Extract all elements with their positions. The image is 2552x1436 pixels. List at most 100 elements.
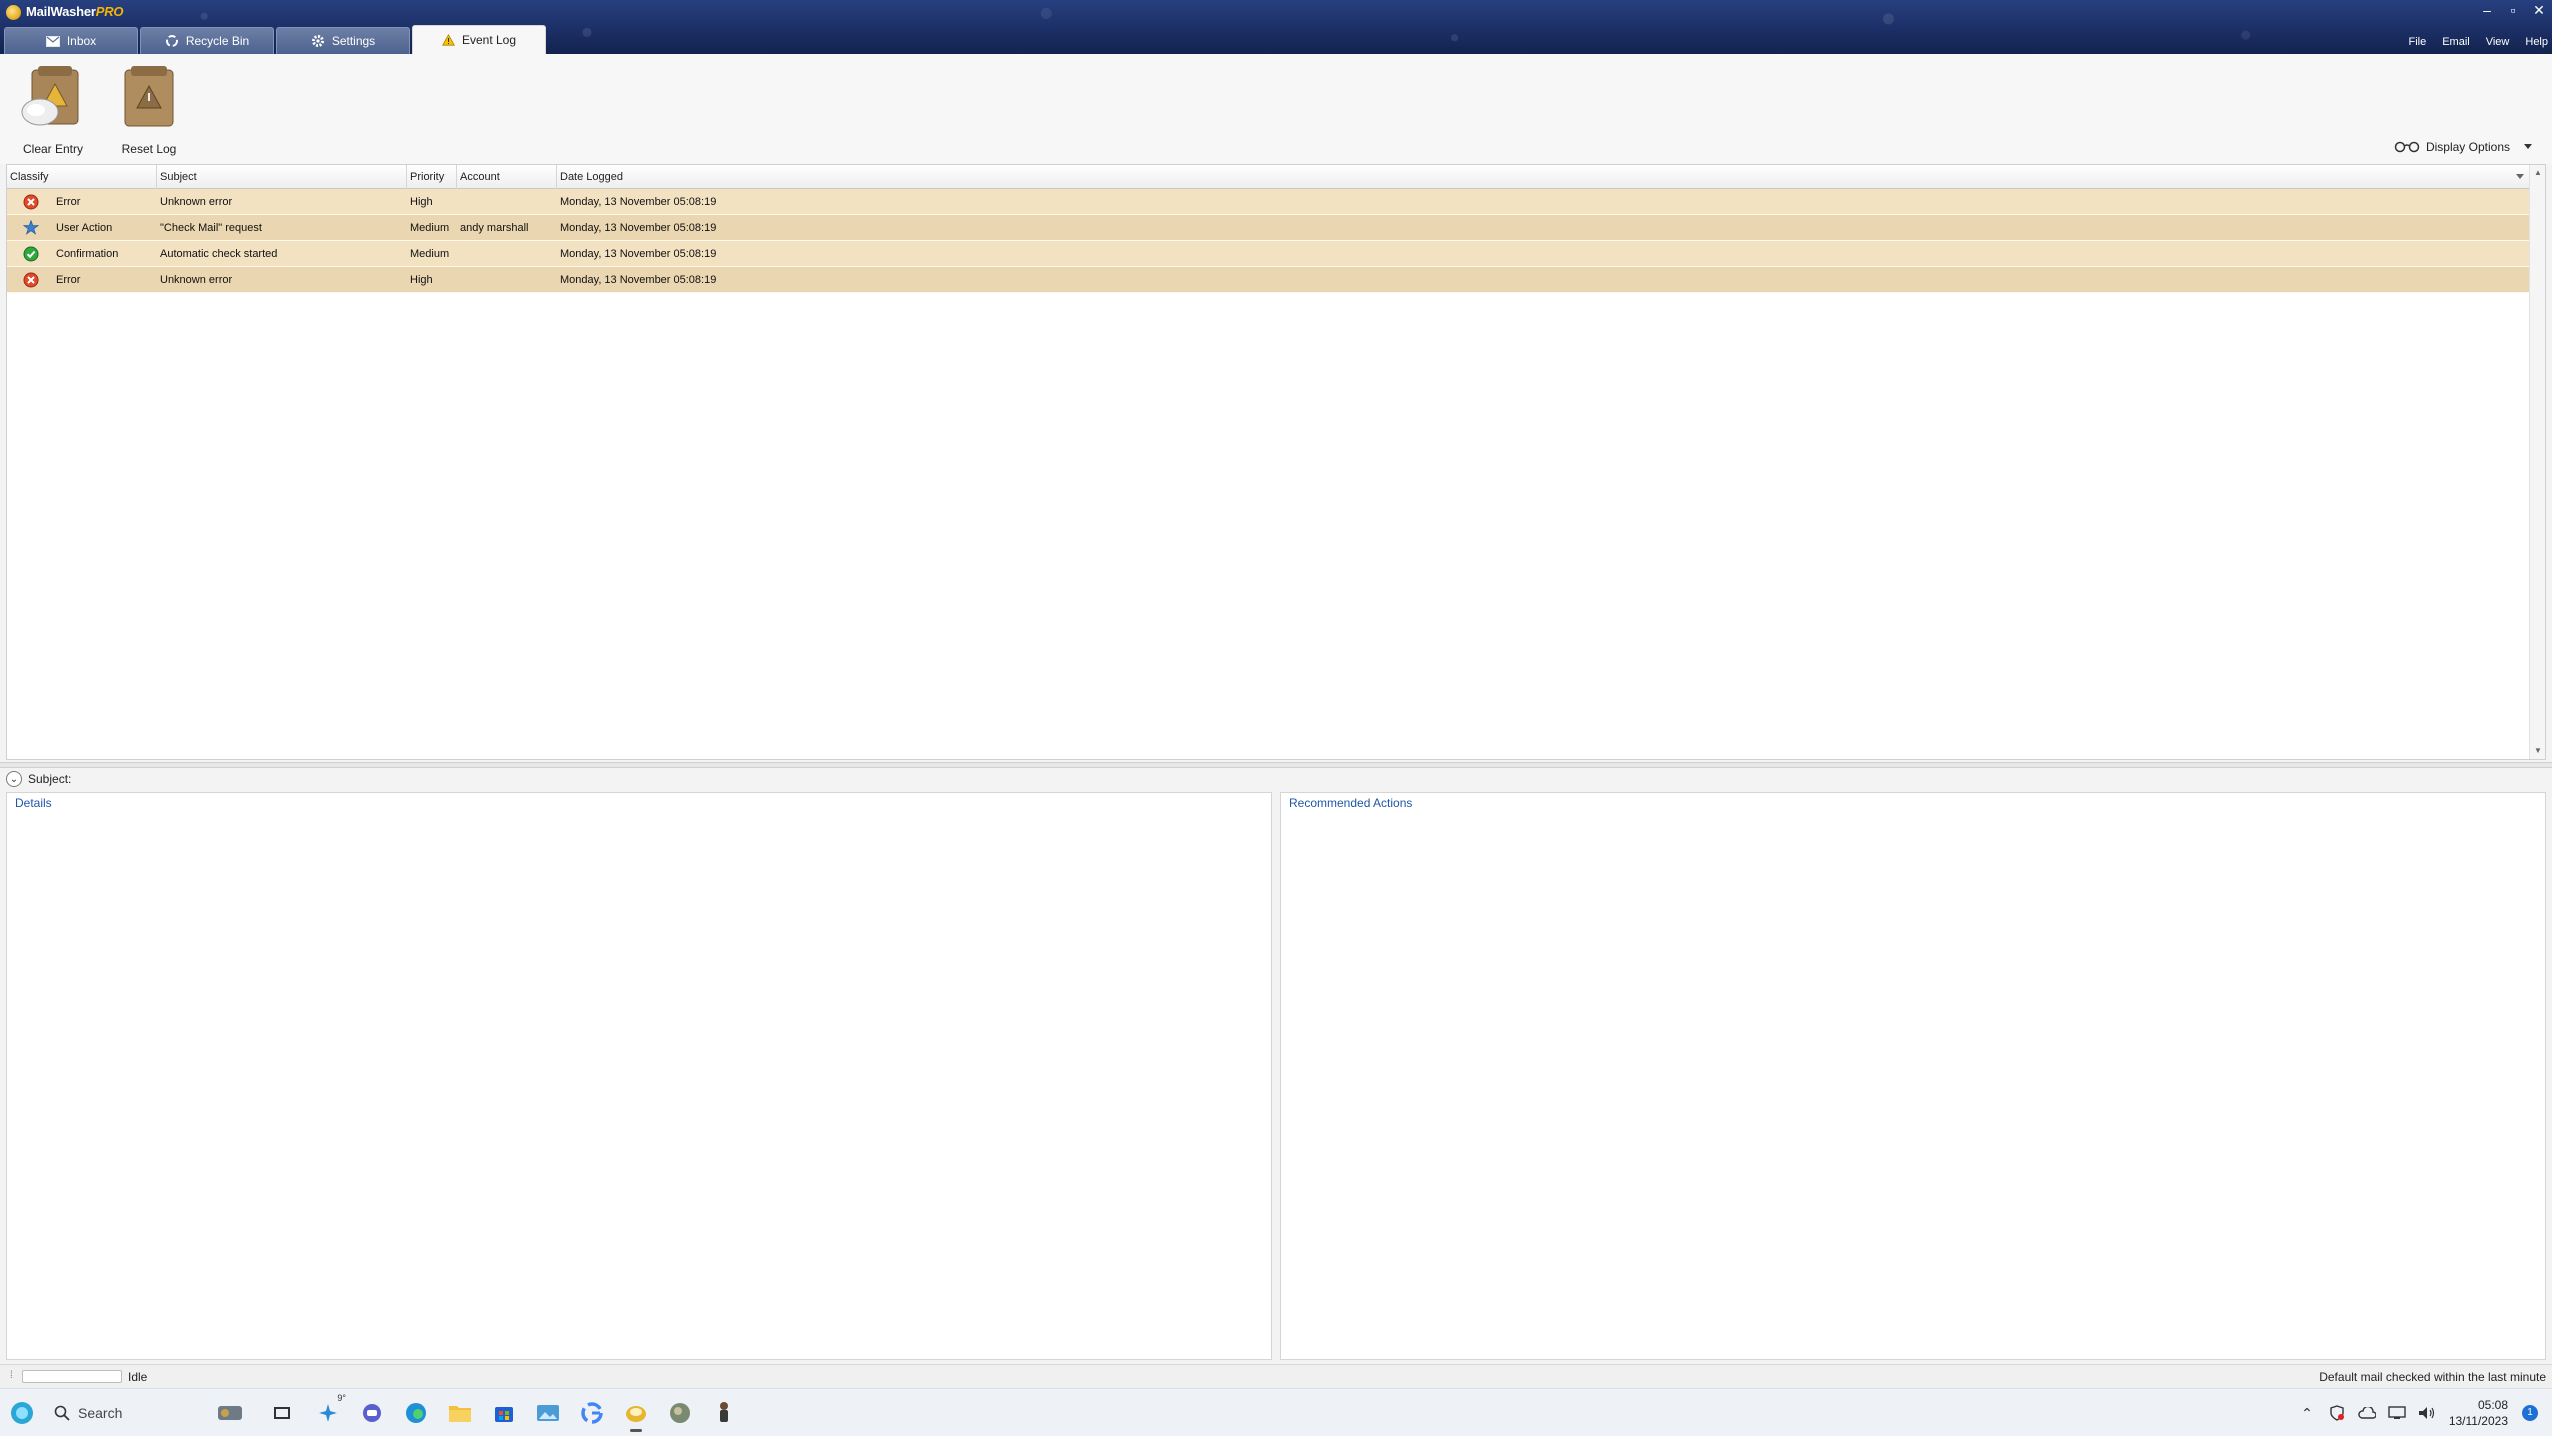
store-button[interactable] <box>488 1397 520 1429</box>
network-icon[interactable] <box>2382 1389 2412 1436</box>
clock-date: 13/11/2023 <box>2448 1414 2508 1428</box>
chevron-up-icon[interactable]: ⌃ <box>2292 1389 2322 1436</box>
recommended-actions-title: Recommended Actions <box>1289 796 1413 810</box>
reset-log-button[interactable]: Reset Log <box>104 64 194 160</box>
tab-inbox[interactable]: Inbox <box>4 27 138 54</box>
photos-icon <box>537 1405 559 1421</box>
status-bar: ⁞ Idle Default mail checked within the l… <box>0 1364 2552 1388</box>
weather-temp: 9° <box>337 1393 346 1403</box>
cell-priority: Medium <box>410 248 450 260</box>
mailwasher-icon <box>626 1406 646 1422</box>
cell-date-logged: Monday, 13 November 05:08:19 <box>560 196 717 208</box>
column-header-date-logged[interactable]: Date Logged <box>557 165 2531 189</box>
menu-email[interactable]: Email <box>2442 36 2470 48</box>
app-button-2[interactable] <box>708 1397 740 1429</box>
start-icon <box>11 1402 33 1424</box>
table-scrollbar[interactable]: ▲ ▼ <box>2529 165 2545 759</box>
file-explorer-button[interactable] <box>444 1397 476 1429</box>
scroll-down-icon[interactable]: ▼ <box>2534 747 2542 755</box>
status-message: Default mail checked within the last min… <box>2319 1370 2546 1384</box>
security-icon[interactable] <box>2322 1389 2352 1436</box>
status-grip-icon: ⁞ <box>10 1370 13 1381</box>
table-row[interactable]: Confirmation Automatic check started Med… <box>7 241 2531 267</box>
table-row[interactable]: Error Unknown error High Monday, 13 Nove… <box>7 267 2531 293</box>
confirmation-icon <box>23 246 39 262</box>
table-body: Error Unknown error High Monday, 13 Nove… <box>7 189 2531 293</box>
reset-log-icon <box>124 66 174 127</box>
glasses-icon <box>2394 141 2420 153</box>
main-tabs: Inbox Recycle Bin Settings Event Log <box>0 25 548 54</box>
cell-date-logged: Monday, 13 November 05:08:19 <box>560 222 717 234</box>
toolbar: Clear Entry Reset Log Display Options <box>0 54 2552 164</box>
weather-button[interactable]: 9° <box>312 1393 346 1429</box>
tab-settings[interactable]: Settings <box>276 27 410 54</box>
cell-priority: High <box>410 196 433 208</box>
progress-bar <box>22 1370 122 1383</box>
cell-classify: Confirmation <box>56 248 119 260</box>
minimize-button[interactable]: – <box>2474 0 2500 20</box>
chevron-down-icon <box>2524 144 2532 149</box>
chat-button[interactable] <box>356 1397 388 1429</box>
warning-icon <box>441 34 455 46</box>
subject-label: Subject: <box>28 772 72 786</box>
chrome-button[interactable] <box>576 1397 608 1429</box>
column-header-priority[interactable]: Priority <box>407 165 457 189</box>
task-view-button[interactable] <box>266 1397 298 1429</box>
cell-priority: Medium <box>410 222 450 234</box>
collapse-detail-button[interactable]: ⌄ <box>6 771 22 787</box>
cell-classify: Error <box>56 274 81 286</box>
store-icon <box>495 1407 513 1422</box>
column-chooser-icon[interactable] <box>2515 171 2525 181</box>
tab-event-log[interactable]: Event Log <box>412 25 546 54</box>
app-button[interactable] <box>664 1397 696 1429</box>
cloud-icon <box>2358 1407 2376 1419</box>
edge-icon <box>406 1403 426 1423</box>
cell-subject: Automatic check started <box>160 248 278 260</box>
start-button[interactable] <box>6 1397 38 1429</box>
title-bar: MailWasherPRO – ▫ ✕ Inbox Recycle Bin Se… <box>0 0 2552 54</box>
tab-recycle-bin[interactable]: Recycle Bin <box>140 27 274 54</box>
photos-button[interactable] <box>532 1397 564 1429</box>
onedrive-icon[interactable] <box>2352 1389 2382 1436</box>
display-options-button[interactable]: Display Options <box>2394 140 2532 154</box>
cell-subject: Unknown error <box>160 274 233 286</box>
edge-button[interactable] <box>400 1397 432 1429</box>
menu-help[interactable]: Help <box>2525 36 2548 48</box>
detail-header: ⌄ Subject: <box>6 768 2546 790</box>
notification-badge[interactable]: 1 <box>2522 1405 2538 1421</box>
cell-account <box>457 189 557 215</box>
cell-account: andy marshall <box>460 222 529 234</box>
menu-file[interactable]: File <box>2408 36 2426 48</box>
table-row[interactable]: Error Unknown error High Monday, 13 Nove… <box>7 189 2531 215</box>
column-header-subject[interactable]: Subject <box>157 165 407 189</box>
column-header-account[interactable]: Account <box>457 165 557 189</box>
mail-icon <box>45 35 60 47</box>
clear-entry-label: Clear Entry <box>22 142 84 156</box>
recycle-icon <box>165 35 178 47</box>
search-icon <box>54 1405 70 1421</box>
cell-account <box>457 241 557 267</box>
display-options-label: Display Options <box>2425 140 2510 154</box>
column-header-classify[interactable]: Classify <box>7 165 157 189</box>
cell-classify: User Action <box>56 222 113 234</box>
restore-button[interactable]: ▫ <box>2500 0 2526 20</box>
table-row[interactable]: User Action "Check Mail" request Medium … <box>7 215 2531 241</box>
widgets-button[interactable] <box>214 1397 246 1429</box>
scroll-up-icon[interactable]: ▲ <box>2534 169 2542 177</box>
window-controls: – ▫ ✕ <box>2474 0 2552 20</box>
reset-log-label: Reset Log <box>121 142 177 156</box>
monitor-icon <box>2388 1406 2406 1419</box>
mailwasher-logo-icon <box>6 5 21 20</box>
mailwasher-taskbar-button[interactable] <box>620 1397 652 1432</box>
close-button[interactable]: ✕ <box>2526 0 2552 20</box>
cell-date-logged: Monday, 13 November 05:08:19 <box>560 274 717 286</box>
system-tray: ⌃ 05:08 13/11/2023 1 <box>2292 1389 2552 1436</box>
clock[interactable]: 05:08 13/11/2023 <box>2442 1397 2522 1429</box>
clear-entry-button[interactable]: Clear Entry <box>8 64 98 160</box>
volume-icon[interactable] <box>2412 1389 2442 1436</box>
cell-subject: "Check Mail" request <box>160 222 262 234</box>
menu-view[interactable]: View <box>2486 36 2510 48</box>
details-title: Details <box>15 796 52 810</box>
google-icon <box>581 1402 603 1424</box>
shield-icon <box>2330 1405 2344 1421</box>
